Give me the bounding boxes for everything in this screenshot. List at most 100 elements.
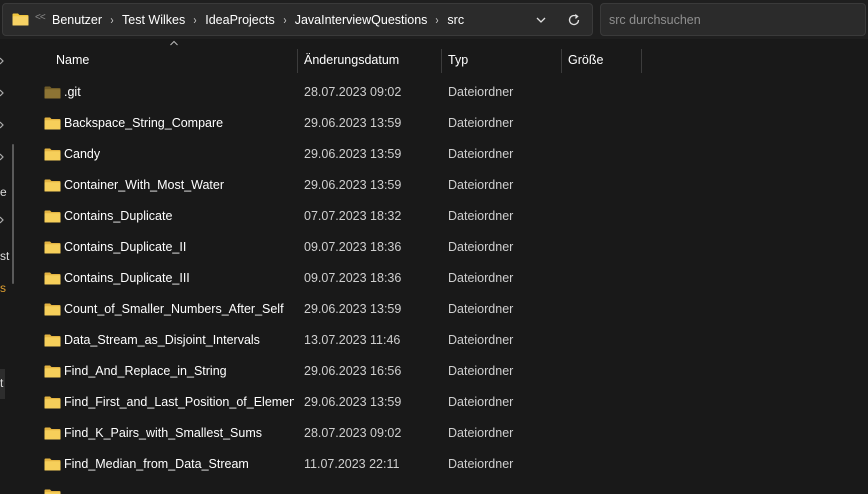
search-box[interactable] — [600, 3, 866, 36]
nav-scrollbar[interactable] — [12, 144, 14, 284]
nav-item-label[interactable]: e — [0, 185, 7, 199]
file-date: 29.06.2023 13:59 — [304, 178, 402, 192]
file-type: Dateiordner — [448, 271, 514, 285]
nav-item-label[interactable]: s — [0, 281, 6, 295]
breadcrumb-separator[interactable]: › — [431, 13, 444, 27]
list-item[interactable] — [32, 480, 868, 494]
file-name[interactable]: Count_of_Smaller_Numbers_After_Self — [64, 294, 284, 325]
file-type: Dateiordner — [448, 364, 514, 378]
column-headers: Name Änderungsdatum Typ Größe — [32, 40, 868, 75]
list-item[interactable]: Find_K_Pairs_with_Smallest_Sums 28.07.20… — [32, 418, 868, 449]
list-item[interactable]: Count_of_Smaller_Numbers_After_Self 29.0… — [32, 294, 868, 325]
file-name[interactable]: Find_Median_from_Data_Stream — [64, 449, 249, 480]
breadcrumb-item-test-wilkes[interactable]: Test Wilkes — [120, 13, 187, 27]
chevron-right-icon[interactable] — [0, 57, 6, 65]
breadcrumb-separator[interactable]: › — [189, 13, 202, 27]
navigation-pane: e st s t — [0, 39, 14, 494]
chevron-down-icon[interactable] — [533, 12, 549, 28]
breadcrumb-item-src[interactable]: src — [445, 13, 466, 27]
file-type: Dateiordner — [448, 302, 514, 316]
list-item[interactable]: Container_With_Most_Water 29.06.2023 13:… — [32, 170, 868, 201]
list-item[interactable]: Backspace_String_Compare 29.06.2023 13:5… — [32, 108, 868, 139]
breadcrumb: Benutzer › Test Wilkes › IdeaProjects › … — [50, 4, 466, 35]
file-type: Dateiordner — [448, 395, 514, 409]
breadcrumb-separator[interactable]: › — [278, 13, 291, 27]
folder-icon — [44, 396, 61, 409]
list-item[interactable]: Contains_Duplicate 07.07.2023 18:32 Date… — [32, 201, 868, 232]
file-date: 29.06.2023 16:56 — [304, 364, 402, 378]
folder-icon — [44, 334, 61, 347]
file-name[interactable]: Contains_Duplicate — [64, 201, 172, 232]
file-name[interactable]: Backspace_String_Compare — [64, 108, 223, 139]
chevron-right-icon[interactable] — [0, 121, 6, 129]
file-date: 07.07.2023 18:32 — [304, 209, 402, 223]
column-divider[interactable] — [297, 49, 298, 73]
column-header-date[interactable]: Änderungsdatum — [304, 45, 399, 75]
folder-icon — [44, 241, 61, 254]
breadcrumb-item-ideaprojects[interactable]: IdeaProjects — [203, 13, 276, 27]
file-name[interactable]: Candy — [64, 139, 100, 170]
breadcrumb-overflow[interactable]: << — [35, 12, 46, 23]
file-name[interactable]: Find_First_and_Last_Position_of_Element.… — [64, 387, 294, 418]
list-item[interactable]: Contains_Duplicate_II 09.07.2023 18:36 D… — [32, 232, 868, 263]
file-name[interactable]: Data_Stream_as_Disjoint_Intervals — [64, 325, 260, 356]
file-name[interactable]: Find_And_Replace_in_String — [64, 356, 227, 387]
file-list: .git 28.07.2023 09:02 Dateiordner Backsp… — [32, 77, 868, 494]
search-input[interactable] — [609, 4, 849, 35]
list-item[interactable]: Find_Median_from_Data_Stream 11.07.2023 … — [32, 449, 868, 480]
breadcrumb-item-javainterviewquestions[interactable]: JavaInterviewQuestions — [293, 13, 430, 27]
refresh-icon[interactable] — [566, 12, 582, 28]
file-type: Dateiordner — [448, 457, 514, 471]
column-header-name[interactable]: Name — [56, 45, 89, 75]
list-item[interactable]: Contains_Duplicate_III 09.07.2023 18:36 … — [32, 263, 868, 294]
list-item[interactable]: Find_First_and_Last_Position_of_Element.… — [32, 387, 868, 418]
list-item[interactable]: Find_And_Replace_in_String 29.06.2023 16… — [32, 356, 868, 387]
file-date: 29.06.2023 13:59 — [304, 302, 402, 316]
nav-item-label[interactable]: t — [0, 376, 3, 390]
folder-icon — [44, 179, 61, 192]
file-type: Dateiordner — [448, 147, 514, 161]
file-date: 28.07.2023 09:02 — [304, 426, 402, 440]
file-date: 29.06.2023 13:59 — [304, 116, 402, 130]
chevron-right-icon[interactable] — [0, 89, 6, 97]
sort-ascending-icon — [170, 40, 178, 46]
column-divider[interactable] — [561, 49, 562, 73]
file-name[interactable]: .git — [64, 77, 81, 108]
file-type: Dateiordner — [448, 178, 514, 192]
folder-icon — [44, 272, 61, 285]
chevron-right-icon[interactable] — [0, 153, 6, 161]
breadcrumb-separator[interactable]: › — [106, 13, 119, 27]
address-bar[interactable]: << Benutzer › Test Wilkes › IdeaProjects… — [2, 3, 593, 36]
file-date: 29.06.2023 13:59 — [304, 395, 402, 409]
file-date: 13.07.2023 11:46 — [304, 333, 401, 347]
folder-icon — [44, 427, 61, 440]
file-type: Dateiordner — [448, 240, 514, 254]
file-date: 09.07.2023 18:36 — [304, 271, 402, 285]
file-type: Dateiordner — [448, 426, 514, 440]
folder-icon — [44, 303, 61, 316]
list-item[interactable]: .git 28.07.2023 09:02 Dateiordner — [32, 77, 868, 108]
column-divider[interactable] — [641, 49, 642, 73]
file-type: Dateiordner — [448, 85, 514, 99]
column-header-size[interactable]: Größe — [568, 45, 603, 75]
folder-icon — [44, 365, 61, 378]
breadcrumb-item-benutzer[interactable]: Benutzer — [50, 13, 104, 27]
file-date: 29.06.2023 13:59 — [304, 147, 402, 161]
file-name[interactable]: Contains_Duplicate_II — [64, 232, 186, 263]
chevron-right-icon[interactable] — [0, 216, 6, 224]
list-item[interactable]: Candy 29.06.2023 13:59 Dateiordner — [32, 139, 868, 170]
file-name[interactable]: Contains_Duplicate_III — [64, 263, 190, 294]
column-header-type[interactable]: Typ — [448, 45, 468, 75]
file-type: Dateiordner — [448, 333, 514, 347]
list-item[interactable]: Data_Stream_as_Disjoint_Intervals 13.07.… — [32, 325, 868, 356]
folder-icon — [44, 148, 61, 161]
nav-item-label[interactable]: st — [0, 249, 9, 263]
folder-icon — [44, 210, 61, 223]
column-divider[interactable] — [441, 49, 442, 73]
file-date: 11.07.2023 22:11 — [304, 457, 400, 471]
top-bar: << Benutzer › Test Wilkes › IdeaProjects… — [0, 0, 868, 39]
file-name[interactable]: Find_K_Pairs_with_Smallest_Sums — [64, 418, 262, 449]
file-name[interactable]: Container_With_Most_Water — [64, 170, 224, 201]
folder-icon — [44, 86, 61, 99]
folder-icon — [44, 117, 61, 130]
